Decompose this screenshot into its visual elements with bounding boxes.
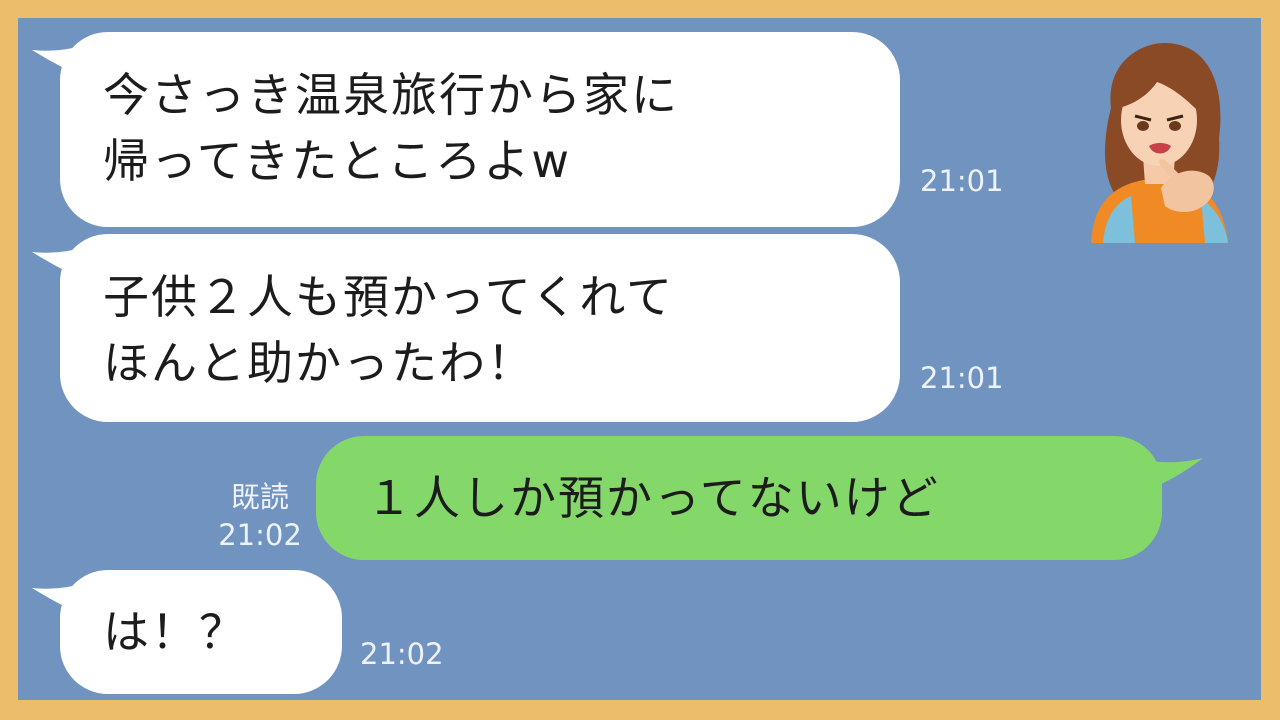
message-line: 今さっき温泉旅行から家に	[103, 68, 679, 122]
message-bubble[interactable]: 今さっき温泉旅行から家に 帰ってきたところよw	[60, 32, 900, 227]
message-line: は！？	[103, 605, 247, 659]
message-bubble[interactable]: は！？	[60, 570, 342, 694]
avatar-icon	[1091, 42, 1228, 243]
chat-area[interactable]: 今さっき温泉旅行から家に 帰ってきたところよw 21:01 子供２人も預かってく…	[18, 18, 1261, 700]
message-timestamp: 21:01	[920, 164, 1004, 198]
message-timestamp: 21:02	[218, 518, 302, 552]
message-timestamp: 21:01	[920, 361, 1004, 395]
message-line: ほんと助かったわ！	[103, 336, 535, 390]
read-receipt: 既読 21:02	[210, 478, 310, 554]
message-bubble[interactable]: 子供２人も預かってくれて ほんと助かったわ！	[60, 234, 900, 422]
frame-border: 今さっき温泉旅行から家に 帰ってきたところよw 21:01 子供２人も預かってく…	[0, 0, 1280, 720]
message-line: １人しか預かってないけど	[366, 471, 940, 525]
message-bubble[interactable]: １人しか預かってないけど	[316, 436, 1162, 560]
message-line: 子供２人も預かってくれて	[103, 270, 674, 324]
message-timestamp: 21:02	[360, 637, 444, 671]
read-label: 既読	[230, 480, 289, 514]
message-line: 帰ってきたところよw	[103, 134, 571, 188]
